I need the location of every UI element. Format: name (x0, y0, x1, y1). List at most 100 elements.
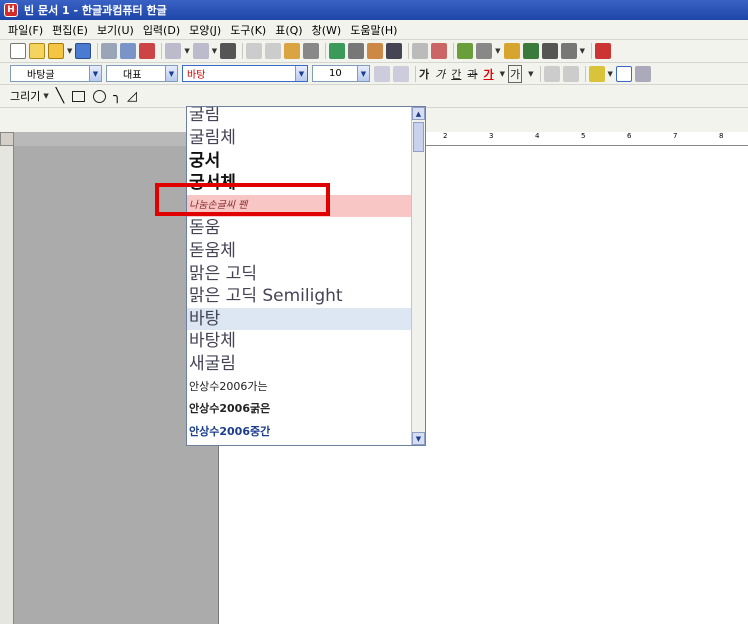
menu-view[interactable]: 보기(U) (97, 22, 134, 38)
ruler-number: 5 (581, 132, 586, 140)
copy-icon[interactable] (265, 43, 282, 59)
chevron-down-icon[interactable]: ▼ (295, 66, 307, 81)
font-size-select[interactable]: 10 ▼ (312, 65, 370, 82)
save-icon[interactable] (75, 43, 92, 59)
chevron-down-icon[interactable]: ▼ (165, 66, 177, 81)
font-option[interactable]: 새굴림 (187, 353, 412, 376)
link-icon[interactable] (412, 43, 429, 59)
font-option[interactable]: 돋움 (187, 217, 412, 240)
symbol-icon[interactable] (560, 43, 577, 59)
font-size-increase-icon[interactable] (393, 65, 409, 82)
char-spacing-icon[interactable] (543, 65, 560, 82)
ruler-number: 6 (627, 132, 632, 140)
align-justify-icon[interactable] (615, 65, 632, 82)
redo-icon[interactable] (192, 43, 209, 59)
menu-file[interactable]: 파일(F) (8, 22, 43, 38)
print-preview-icon[interactable] (120, 43, 137, 59)
outline-button[interactable]: 가 (508, 64, 523, 83)
strikethrough-button[interactable]: 과 (467, 66, 477, 82)
menu-edit[interactable]: 편집(E) (52, 22, 88, 38)
menu-tools[interactable]: 도구(K) (230, 22, 266, 38)
columns-icon[interactable] (386, 43, 403, 59)
table-dropdown-icon[interactable]: ▼ (495, 47, 500, 55)
line-tool-icon[interactable]: ╲ (56, 88, 64, 104)
separator (584, 65, 586, 82)
symbol-dropdown-icon[interactable]: ▼ (580, 47, 585, 55)
font-option[interactable]: 안상수2006굵은 (187, 398, 412, 421)
insert-picture-icon[interactable] (457, 43, 474, 59)
align-left-icon[interactable] (634, 65, 651, 82)
formatting-toolbar: 바탕글 ▼ 대표 ▼ 바탕 ▼ 10 ▼ 가 가 간 과 가 ▼ 가 ▼ ▼ (0, 63, 748, 85)
bold-button[interactable]: 가 (419, 66, 429, 82)
chevron-down-icon[interactable]: ▼ (89, 66, 101, 81)
chevron-down-icon[interactable]: ▼ (357, 66, 369, 81)
redo-dropdown-icon[interactable]: ▼ (212, 47, 217, 55)
new-document-icon[interactable] (10, 43, 26, 59)
font-select[interactable]: 바탕 ▼ (182, 65, 308, 82)
font-option[interactable]: 맑은 고딕 Semilight (187, 285, 412, 308)
scroll-up-icon[interactable]: ▲ (412, 107, 425, 120)
print-icon[interactable] (101, 43, 118, 59)
window-title: 빈 문서 1 - 한글과컴퓨터 한글 (24, 4, 167, 17)
font-option[interactable]: 궁서 (187, 150, 412, 173)
font-option[interactable]: 맑은 고딕 (187, 263, 412, 286)
arc-tool-icon[interactable]: ╮ (113, 89, 121, 104)
insert-chart-icon[interactable] (503, 43, 520, 59)
unlink-icon[interactable] (431, 43, 448, 59)
font-option[interactable]: 굴림 (187, 107, 412, 127)
open-folder-icon[interactable] (48, 43, 64, 59)
menu-insert[interactable]: 입력(D) (143, 22, 180, 38)
new-template-icon[interactable] (29, 43, 45, 59)
font-size-decrease-icon[interactable] (374, 65, 390, 82)
menu-help[interactable]: 도움말(H) (350, 22, 397, 38)
insert-equation-icon[interactable] (522, 43, 539, 59)
horizontal-ruler[interactable]: 2 3 4 5 6 7 8 (426, 132, 748, 146)
menu-window[interactable]: 창(W) (312, 22, 342, 38)
style-icon[interactable] (367, 43, 384, 59)
open-dropdown-icon[interactable]: ▼ (67, 47, 72, 55)
italic-button[interactable]: 가 (435, 66, 445, 82)
undo-icon[interactable] (165, 43, 182, 59)
paste-icon[interactable] (284, 43, 301, 59)
separator (97, 43, 99, 59)
function-icon[interactable] (541, 43, 558, 59)
scroll-down-icon[interactable]: ▼ (412, 432, 425, 445)
separator (453, 43, 455, 59)
font-list-scrollbar[interactable]: ▲ ▼ (411, 107, 425, 445)
menu-table[interactable]: 표(Q) (275, 22, 302, 38)
shape-icon[interactable] (594, 43, 611, 59)
font-option[interactable]: 바탕체 (187, 330, 412, 353)
rectangle-tool-icon[interactable] (72, 90, 86, 102)
align-icon[interactable] (348, 43, 365, 59)
polygon-tool-icon[interactable]: ◿ (127, 89, 137, 104)
vertical-ruler[interactable] (0, 146, 14, 624)
find-icon[interactable] (220, 43, 237, 59)
cut-icon[interactable] (246, 43, 263, 59)
font-option[interactable]: 굴림체 (187, 127, 412, 150)
font-option-selected[interactable]: 바탕 (187, 307, 412, 331)
font-option[interactable]: 안상수2006가는 (187, 376, 412, 399)
font-option[interactable]: 안상수2006중간 (187, 421, 412, 444)
char-width-icon[interactable] (562, 65, 579, 82)
underline-button[interactable]: 간 (451, 66, 461, 82)
ruler-corner[interactable] (0, 132, 14, 146)
format-painter-icon[interactable] (303, 43, 320, 59)
draw-dropdown-icon[interactable]: ▼ (43, 92, 48, 100)
language-select[interactable]: 대표 ▼ (106, 65, 178, 82)
spellcheck-icon[interactable] (329, 43, 346, 59)
highlighter-dropdown-icon[interactable]: ▼ (608, 70, 613, 78)
scroll-thumb[interactable] (413, 122, 424, 152)
print-setup-icon[interactable] (139, 43, 156, 59)
font-color-button[interactable]: 가 (484, 66, 494, 82)
style-select[interactable]: 바탕글 ▼ (10, 65, 102, 82)
font-option[interactable]: 돋움체 (187, 240, 412, 263)
insert-table-icon[interactable] (476, 43, 493, 59)
draw-menu-button[interactable]: 그리기 (10, 88, 40, 104)
highlighter-icon[interactable] (588, 65, 605, 82)
menu-format[interactable]: 모양(J) (189, 22, 221, 38)
font-dropdown-list[interactable]: 굴림 굴림체 궁서 궁서체 나눔손글씨 펜 돋움 돋움체 맑은 고딕 맑은 고딕… (186, 106, 426, 446)
outline-dropdown-icon[interactable]: ▼ (528, 70, 533, 78)
undo-dropdown-icon[interactable]: ▼ (184, 47, 189, 55)
font-color-dropdown-icon[interactable]: ▼ (500, 70, 505, 78)
ellipse-tool-icon[interactable] (93, 89, 107, 103)
